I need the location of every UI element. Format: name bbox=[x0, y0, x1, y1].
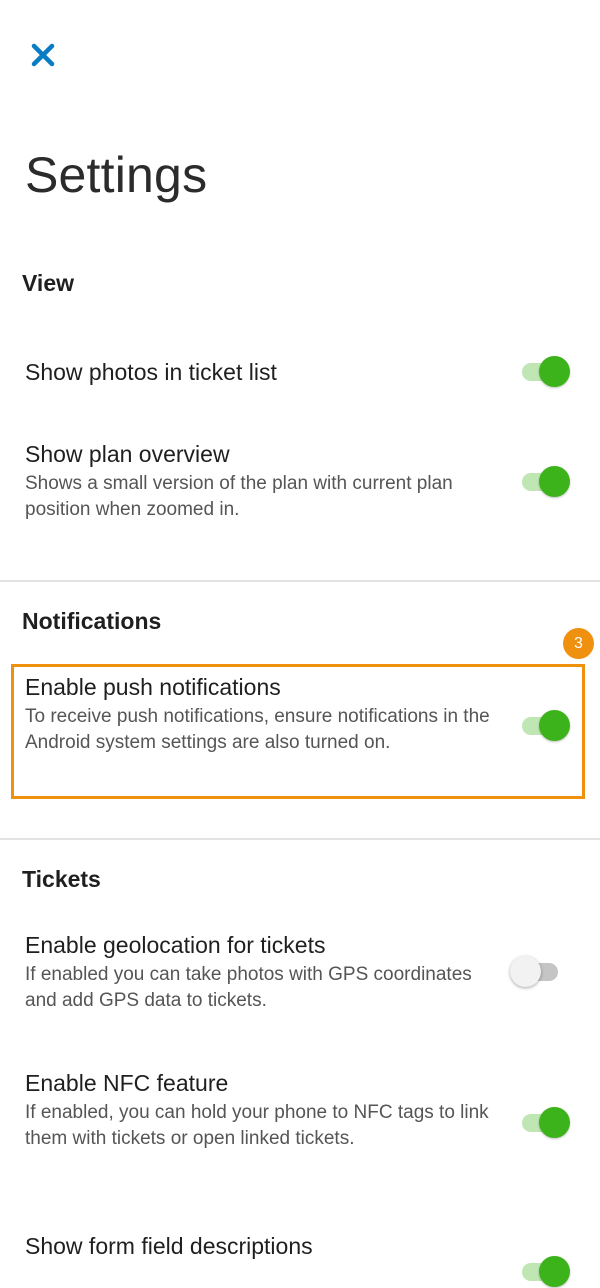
toggle-show-photos[interactable] bbox=[520, 354, 572, 388]
setting-description: If enabled you can take photos with GPS … bbox=[25, 964, 472, 1011]
section-divider bbox=[0, 838, 600, 840]
highlight-badge: 3 bbox=[563, 628, 594, 659]
section-divider bbox=[0, 580, 600, 582]
setting-title: Show form field descriptions bbox=[25, 1233, 313, 1259]
section-title-notifications: Notifications bbox=[22, 608, 162, 634]
setting-description: Shows a small version of the plan with c… bbox=[25, 473, 453, 520]
setting-show-photos: Show photos in ticket list bbox=[25, 357, 495, 387]
toggle-push-notifications[interactable] bbox=[520, 708, 572, 742]
setting-nfc: Enable NFC feature If enabled, you can h… bbox=[25, 1068, 495, 1152]
page-title: Settings bbox=[25, 147, 208, 203]
toggle-form-field-descriptions[interactable] bbox=[520, 1254, 572, 1288]
toggle-knob bbox=[539, 1107, 570, 1138]
setting-title: Enable push notifications bbox=[25, 674, 281, 700]
setting-title: Enable geolocation for tickets bbox=[25, 932, 326, 958]
setting-show-plan-overview: Show plan overview Shows a small version… bbox=[25, 439, 495, 523]
setting-form-field-descriptions: Show form field descriptions bbox=[25, 1231, 495, 1261]
toggle-knob bbox=[510, 956, 541, 987]
setting-title: Show plan overview bbox=[25, 441, 230, 467]
setting-description: To receive push notifications, ensure no… bbox=[25, 706, 490, 753]
setting-description: If enabled, you can hold your phone to N… bbox=[25, 1102, 489, 1149]
close-button[interactable] bbox=[28, 40, 58, 70]
section-title-tickets: Tickets bbox=[22, 866, 101, 892]
setting-title: Show photos in ticket list bbox=[25, 359, 277, 385]
toggle-nfc[interactable] bbox=[520, 1105, 572, 1139]
close-icon bbox=[31, 43, 55, 67]
setting-geolocation: Enable geolocation for tickets If enable… bbox=[25, 930, 495, 1014]
toggle-knob bbox=[539, 710, 570, 741]
setting-push-notifications: Enable push notifications To receive pus… bbox=[25, 672, 495, 756]
toggle-show-plan-overview[interactable] bbox=[520, 464, 572, 498]
setting-title: Enable NFC feature bbox=[25, 1070, 229, 1096]
toggle-knob bbox=[539, 356, 570, 387]
toggle-knob bbox=[539, 466, 570, 497]
toggle-geolocation[interactable] bbox=[510, 954, 564, 988]
section-title-view: View bbox=[22, 270, 74, 296]
